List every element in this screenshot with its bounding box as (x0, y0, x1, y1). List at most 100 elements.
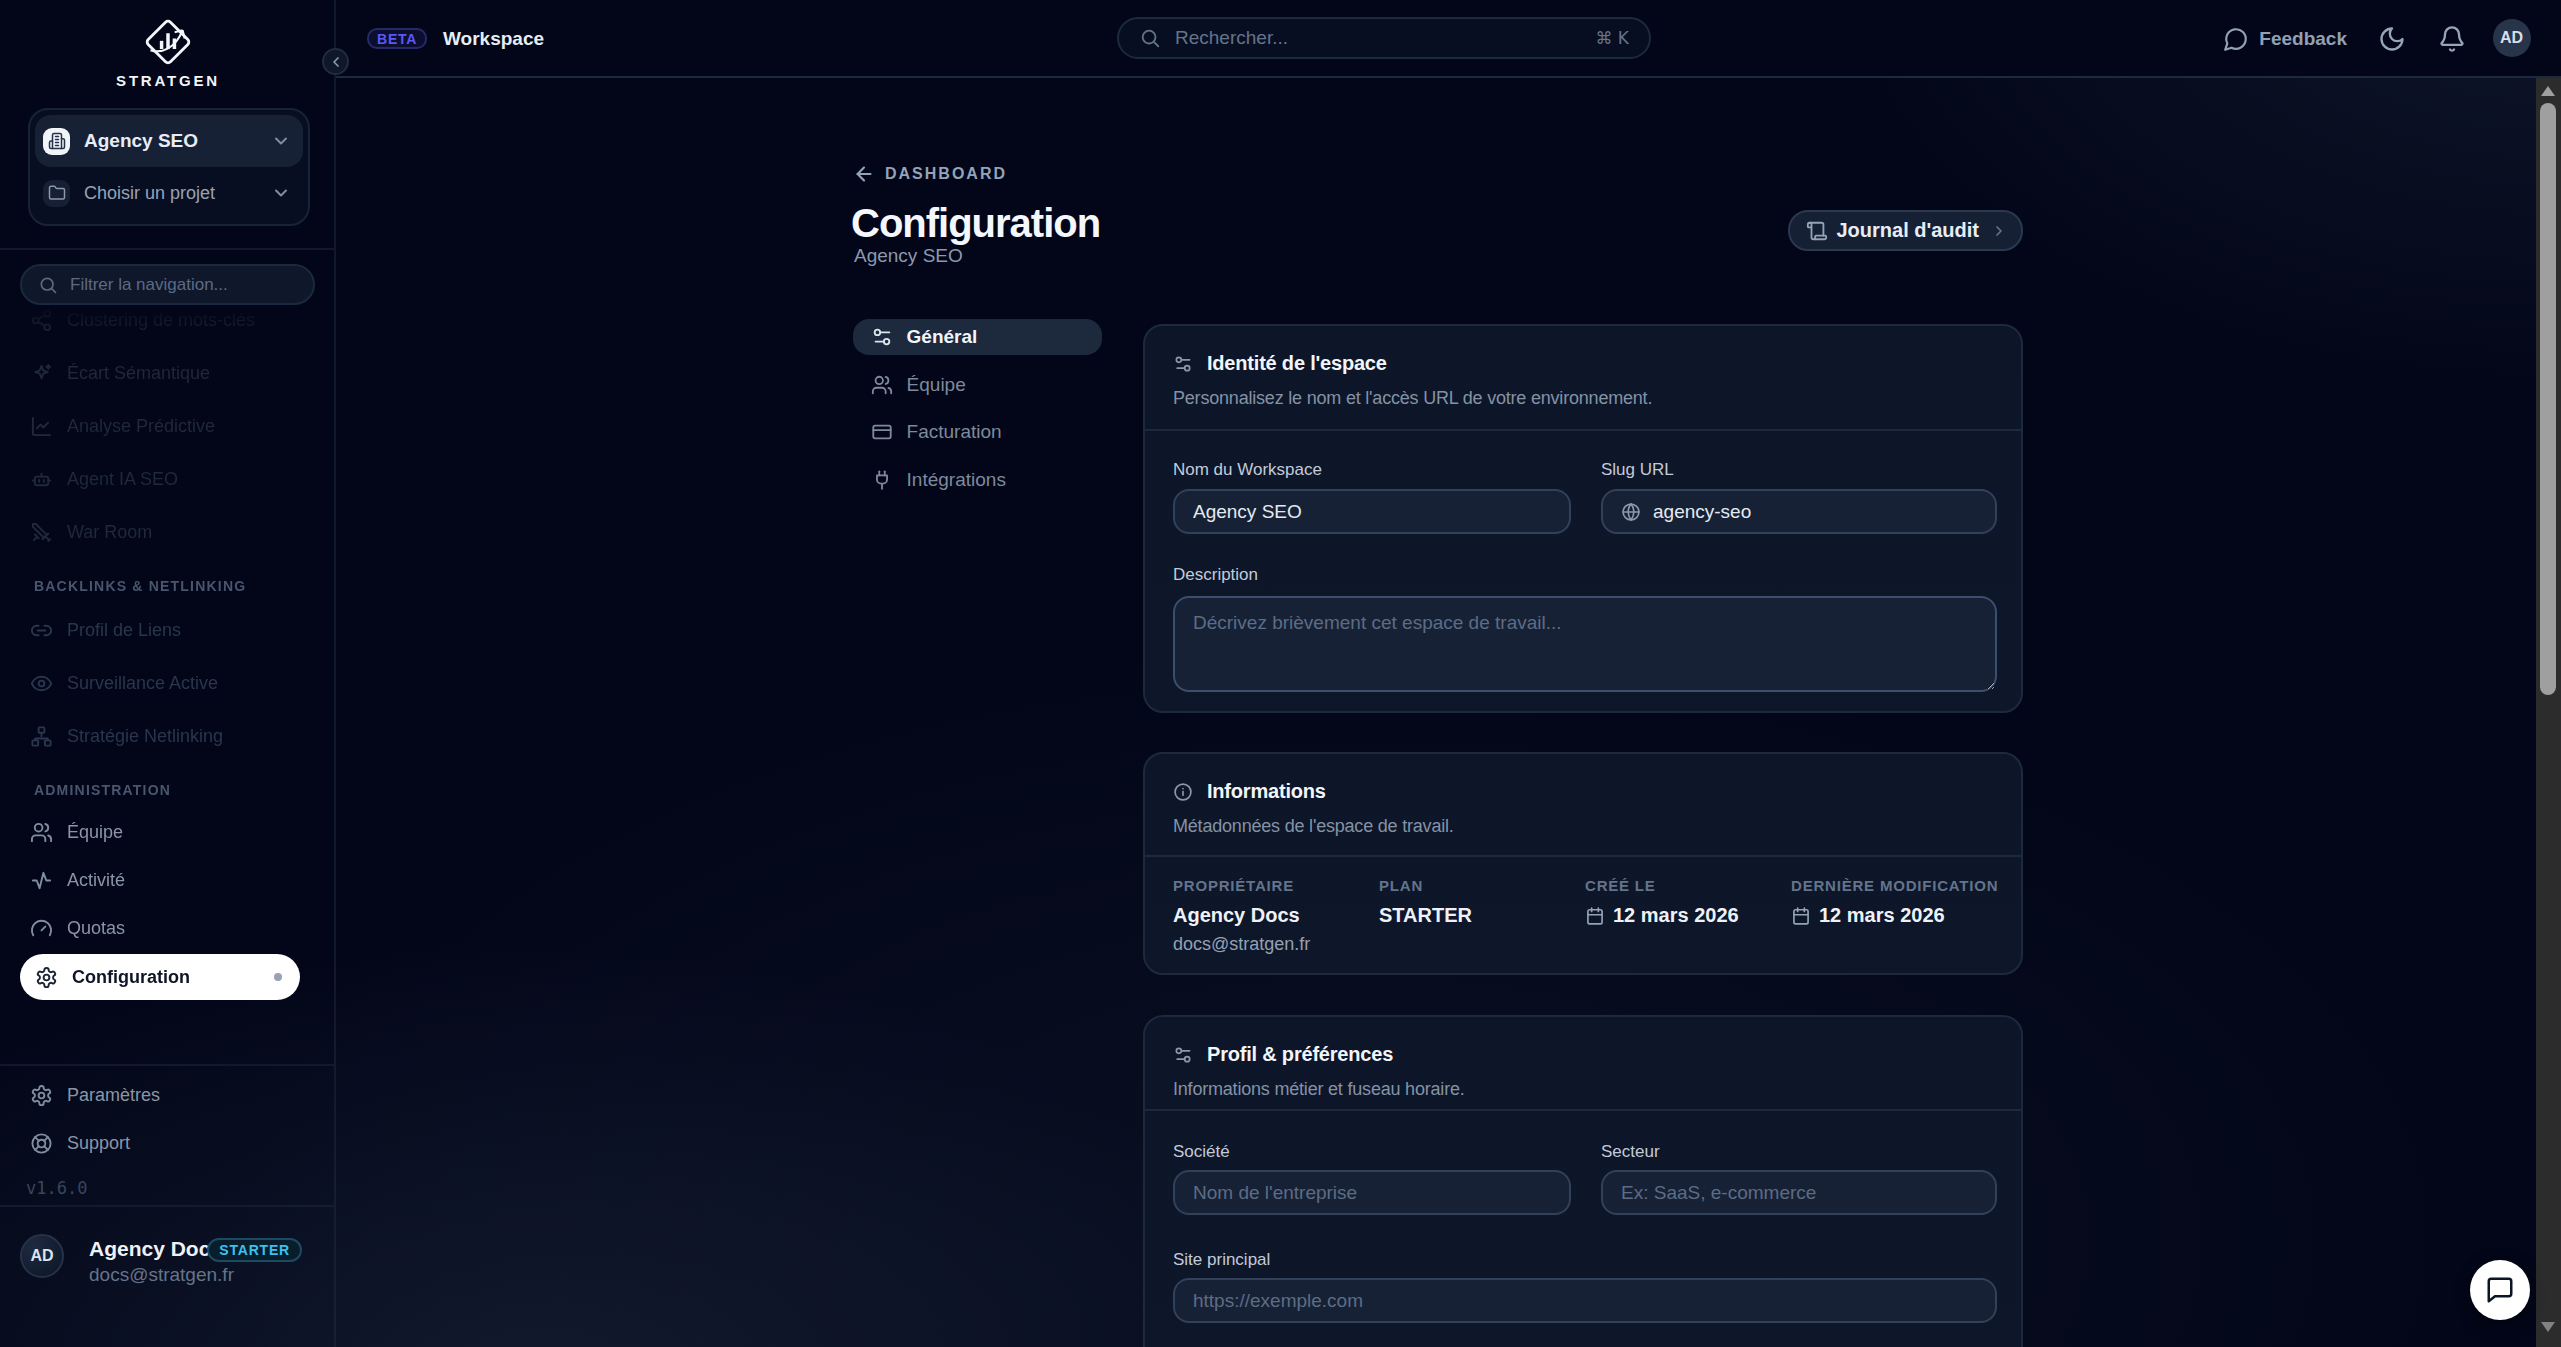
card-divider (1145, 429, 2021, 431)
chevron-down-icon (271, 183, 291, 203)
plug-icon (871, 469, 893, 491)
user-email: docs@stratgen.fr (89, 1264, 234, 1286)
chevron-left-icon (328, 54, 344, 70)
sidebar-item-parametres[interactable]: Paramètres (0, 1071, 334, 1119)
scrollbar-up-arrow[interactable] (2541, 86, 2555, 96)
sidebar-item-strategie-netlinking: Stratégie Netlinking (0, 710, 332, 763)
card-informations-subtitle: Métadonnées de l'espace de travail. (1173, 816, 1454, 837)
chevron-right-icon (1991, 223, 2007, 239)
sliders-icon (871, 326, 893, 348)
info-icon (1173, 782, 1193, 802)
sidebar-group: Clustering de mots-clésÉcart SémantiqueA… (0, 305, 332, 559)
project-selector[interactable]: Choisir un projet (35, 167, 303, 219)
eye-icon (30, 672, 53, 695)
activity-icon (30, 869, 53, 892)
back-link[interactable]: DASHBOARD (853, 163, 1007, 185)
subnav-tab-facturation[interactable]: Facturation (853, 414, 1102, 450)
feedback-button[interactable]: Feedback (2223, 0, 2347, 78)
subnav-tab-equipe[interactable]: Équipe (853, 367, 1102, 403)
sidebar: STRATGEN Agency SEO Choisir un projet Cl… (0, 0, 336, 1347)
subnav-tab-general[interactable]: Général (853, 319, 1102, 355)
info-sub: docs@stratgen.fr (1173, 934, 1379, 955)
info-value: 12 mars 2026 (1585, 904, 1791, 927)
workspace-selector-current[interactable]: Agency SEO (35, 115, 303, 167)
page-scrollbar[interactable] (2536, 78, 2561, 1347)
sparkles-icon (30, 362, 53, 385)
site-input[interactable] (1193, 1290, 1977, 1312)
info-label: PROPRIÉTAIRE (1173, 877, 1379, 894)
sidebar-item-ecart-semantique: Écart Sémantique (0, 347, 332, 400)
sidebar-item-war-room: War Room (0, 506, 332, 559)
sidebar-item-support[interactable]: Support (0, 1119, 334, 1167)
sidebar-nav: Clustering de mots-clésÉcart SémantiqueA… (0, 305, 332, 1063)
chat-widget-button[interactable] (2470, 1260, 2530, 1320)
company-label: Société (1173, 1142, 1230, 1162)
cluster-icon (30, 309, 53, 332)
sidebar-item-clustering-de-mots-cles: Clustering de mots-clés (0, 305, 332, 347)
gauge-icon (30, 917, 53, 940)
topbar-avatar[interactable]: AD (2493, 19, 2531, 57)
project-placeholder: Choisir un projet (84, 183, 257, 204)
search-shortcut: ⌘ K (1595, 28, 1629, 48)
page-subtitle: Agency SEO (854, 245, 963, 267)
card-profile-subtitle: Informations métier et fuseau horaire. (1173, 1079, 1465, 1100)
card-profile: Profil & préférences Informations métier… (1143, 1015, 2023, 1347)
sliders-icon (1173, 354, 1193, 374)
workspace-name-input[interactable] (1193, 501, 1551, 523)
sidebar-filter[interactable] (20, 264, 315, 305)
brand-name: STRATGEN (116, 72, 220, 89)
calendar-icon (1791, 906, 1811, 926)
scrollbar-thumb[interactable] (2540, 103, 2556, 695)
settings-subnav: Général Équipe Facturation Intégrations (853, 319, 1102, 509)
arrow-left-icon (853, 163, 875, 185)
card-divider (1145, 855, 2021, 857)
sliders-icon (1173, 1045, 1193, 1065)
calendar-icon (1585, 906, 1605, 926)
info-value: STARTER (1379, 904, 1585, 927)
sidebar-item-analyse-predictive: Analyse Prédictive (0, 400, 332, 453)
info-label: DERNIÈRE MODIFICATION (1791, 877, 1997, 894)
sidebar-item-quotas[interactable]: Quotas (0, 904, 332, 952)
slug-url-input[interactable] (1653, 501, 1977, 523)
info-label: PLAN (1379, 877, 1585, 894)
sidebar-footer-nav: ParamètresSupport (0, 1071, 334, 1167)
subnav-tab-integrations[interactable]: Intégrations (853, 462, 1102, 498)
global-search[interactable]: ⌘ K (1117, 17, 1651, 59)
theme-toggle-moon-icon[interactable] (2378, 25, 2406, 53)
chart-icon (30, 415, 53, 438)
workspace-icon (43, 128, 70, 155)
description-textarea[interactable] (1173, 596, 1997, 692)
sector-label: Secteur (1601, 1142, 1660, 1162)
sidebar-item-activite[interactable]: Activité (0, 856, 332, 904)
info-column: DERNIÈRE MODIFICATION12 mars 2026 (1791, 877, 1997, 955)
user-name: Agency Docs (89, 1237, 222, 1261)
user-avatar: AD (20, 1234, 64, 1278)
sidebar-item-equipe[interactable]: Équipe (0, 808, 332, 856)
info-grid: PROPRIÉTAIREAgency Docsdocs@stratgen.frP… (1173, 877, 1993, 955)
company-input[interactable] (1193, 1182, 1551, 1204)
app-root: STRATGEN Agency SEO Choisir un projet Cl… (0, 0, 2561, 1347)
sidebar-user-card[interactable]: AD Agency Docs docs@stratgen.fr STARTER (0, 1205, 334, 1347)
page-title: Configuration (851, 191, 1100, 243)
lifebuoy-icon (30, 1132, 53, 1155)
sidebar-item-configuration[interactable]: Configuration (20, 954, 300, 1000)
slug-url-label: Slug URL (1601, 460, 1674, 480)
gear-icon (30, 1084, 53, 1107)
search-icon (1139, 27, 1161, 49)
global-search-input[interactable] (1175, 27, 1581, 49)
scrollbar-down-arrow[interactable] (2541, 1322, 2555, 1332)
notifications-bell-icon[interactable] (2438, 25, 2466, 53)
bot-icon (30, 468, 53, 491)
sidebar-item-surveillance-active: Surveillance Active (0, 657, 332, 710)
sidebar-filter-input[interactable] (70, 275, 297, 295)
workspace-name-field (1173, 489, 1571, 534)
gear-icon (35, 966, 58, 989)
site-label: Site principal (1173, 1250, 1270, 1270)
card-informations-header: Informations (1173, 780, 1326, 803)
sector-input[interactable] (1621, 1182, 1977, 1204)
link-icon (30, 619, 53, 642)
sector-field (1601, 1170, 1997, 1215)
users-icon (871, 374, 893, 396)
audit-log-button[interactable]: Journal d'audit (1788, 210, 2023, 251)
info-column: PROPRIÉTAIREAgency Docsdocs@stratgen.fr (1173, 877, 1379, 955)
